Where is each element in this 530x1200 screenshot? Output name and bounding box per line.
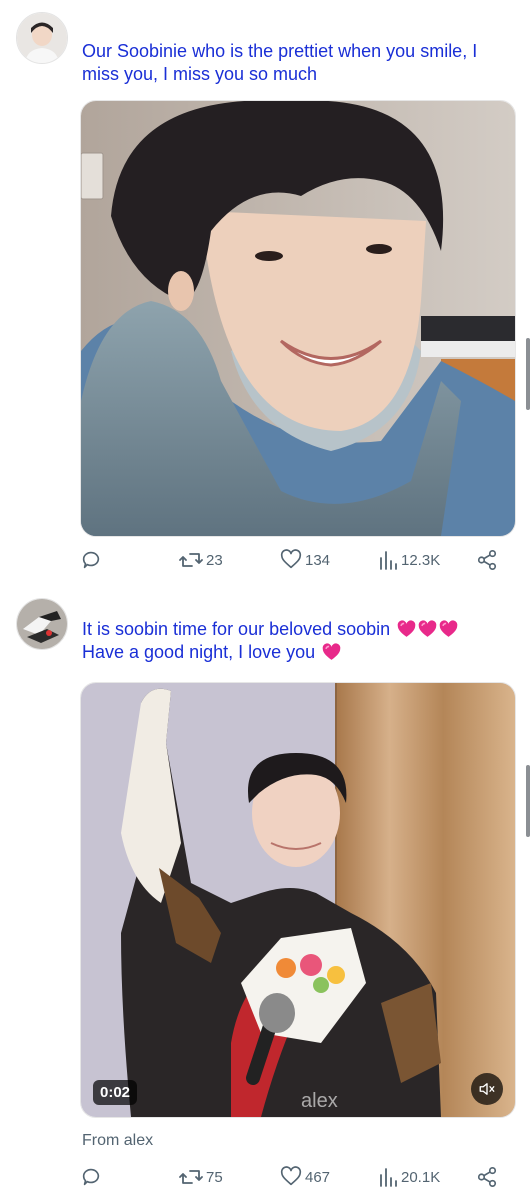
retweet-count: 23 (206, 551, 223, 569)
views-button[interactable]: 20.1K (378, 1166, 440, 1188)
retweet-count: 75 (206, 1168, 223, 1186)
tweet-video[interactable]: alex 0:02 (80, 682, 516, 1118)
reply-button[interactable] (80, 549, 102, 571)
retweet-icon (179, 1170, 203, 1184)
views-count: 12.3K (401, 551, 441, 569)
tweet-2[interactable]: It is soobin time for our beloved soobin… (0, 590, 530, 1200)
retweet-icon (179, 553, 203, 567)
mute-icon (479, 1083, 495, 1095)
scroll-indicator[interactable] (526, 765, 530, 837)
tweet-text-line2: Have a good night, I love you (82, 642, 316, 662)
mute-button[interactable] (471, 1073, 503, 1105)
like-count: 467 (305, 1168, 331, 1186)
scroll-indicator[interactable] (526, 338, 530, 410)
heart-emoji-icon (397, 620, 416, 637)
share-button[interactable] (476, 549, 498, 571)
like-icon (280, 1166, 302, 1186)
video-time-badge: 0:02 (93, 1080, 138, 1105)
heart-emoji-icon (418, 620, 437, 637)
like-button[interactable]: 134 (280, 549, 330, 571)
like-count: 134 (305, 551, 331, 569)
views-icon (380, 551, 397, 570)
like-icon (280, 549, 302, 569)
video-watermark: alex (301, 1090, 338, 1112)
heart-emoji-icon (322, 643, 341, 660)
like-button[interactable]: 467 (280, 1166, 330, 1188)
tweet-actions: 23 134 12.3K (80, 549, 500, 577)
reply-icon (82, 1168, 100, 1186)
reply-button[interactable] (80, 1166, 102, 1188)
share-button[interactable] (476, 1166, 498, 1188)
share-icon (477, 1167, 497, 1187)
avatar[interactable] (16, 598, 68, 650)
views-count: 20.1K (401, 1168, 441, 1186)
retweet-button[interactable]: 23 (179, 549, 223, 571)
heart-emoji-icon (439, 620, 458, 637)
views-button[interactable]: 12.3K (378, 549, 440, 571)
tweet-text: Our Soobinie who is the prettiet when yo… (82, 41, 478, 84)
retweet-button[interactable]: 75 (179, 1166, 223, 1188)
video-source-attribution[interactable]: From alex (82, 1132, 153, 1150)
share-icon (477, 550, 497, 570)
tweet-1[interactable]: Our Soobinie who is the prettiet when yo… (0, 0, 530, 590)
reply-icon (82, 551, 100, 569)
avatar[interactable] (16, 12, 68, 64)
tweet-photo[interactable] (80, 100, 516, 537)
tweet-text: It is soobin time for our beloved soobin… (82, 618, 518, 664)
tweet-actions: 75 467 20.1K (80, 1166, 500, 1194)
views-icon (380, 1168, 397, 1187)
tweet-text-line1: It is soobin time for our beloved soobin (82, 619, 391, 639)
